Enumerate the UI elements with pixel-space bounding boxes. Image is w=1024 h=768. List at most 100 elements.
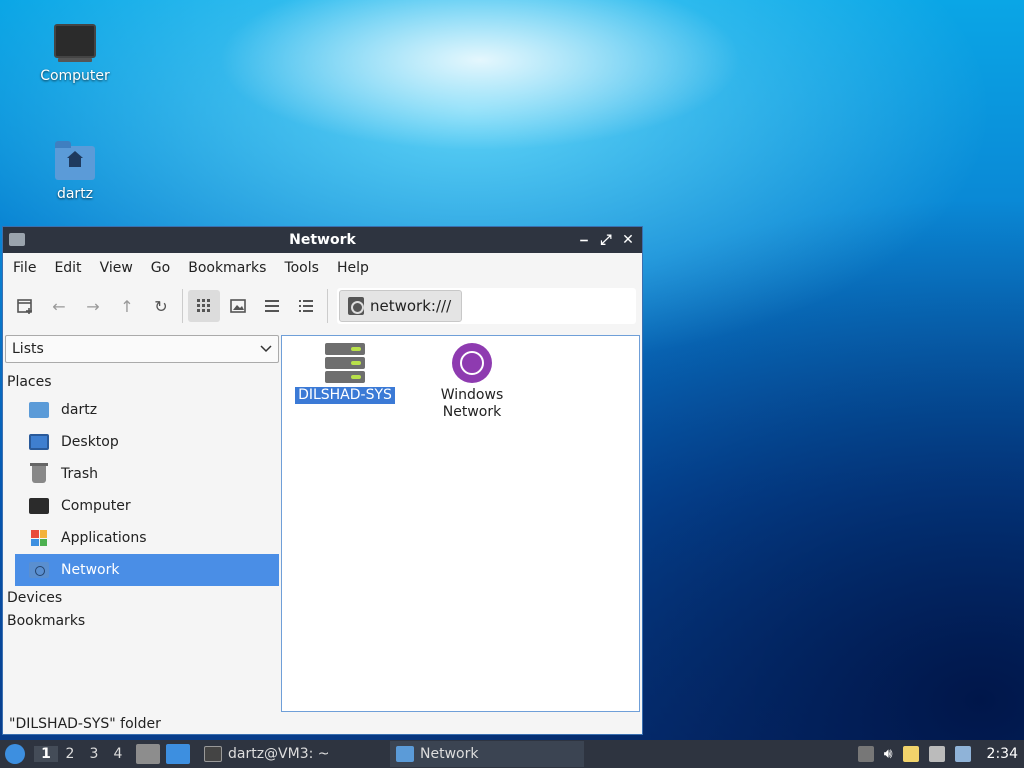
- workspace-2[interactable]: 2: [58, 746, 82, 762]
- taskbar-item-network[interactable]: Network: [390, 741, 584, 767]
- compact-view-icon: [265, 300, 279, 312]
- sidebar: Lists Places dartz Desktop Trash Compute…: [3, 335, 279, 712]
- sidebar-item-dartz[interactable]: dartz: [15, 394, 279, 426]
- icon-view-button[interactable]: [188, 290, 220, 322]
- status-bar: "DILSHAD-SYS" folder: [9, 716, 161, 732]
- thumbnail-view-button[interactable]: [222, 290, 254, 322]
- folder-icon: [9, 233, 25, 246]
- minimize-button[interactable]: ⎯: [576, 231, 592, 249]
- sidebar-item-label: Network: [61, 562, 120, 578]
- sidebar-mode-select[interactable]: Lists: [5, 335, 279, 363]
- sidebar-item-label: Desktop: [61, 434, 119, 450]
- folder-icon: [396, 746, 414, 762]
- sidebar-mode-value: Lists: [12, 341, 44, 357]
- close-button[interactable]: ✕: [620, 231, 636, 249]
- network-status-icon[interactable]: [928, 746, 945, 762]
- menu-tools[interactable]: Tools: [278, 260, 325, 276]
- sidebar-item-label: Computer: [61, 498, 131, 514]
- applications-icon: [31, 530, 47, 546]
- computer-icon: [29, 498, 49, 514]
- detailed-view-button[interactable]: [290, 290, 322, 322]
- sidebar-item-desktop[interactable]: Desktop: [15, 426, 279, 458]
- desktop-icon-dartz[interactable]: dartz: [25, 141, 125, 202]
- up-button[interactable]: ↑: [111, 290, 143, 322]
- reload-button[interactable]: ↻: [145, 290, 177, 322]
- trash-icon: [30, 463, 48, 483]
- file-view[interactable]: DILSHAD-SYS Windows Network: [281, 335, 640, 712]
- menu-view[interactable]: View: [94, 260, 139, 276]
- task-label: Network: [420, 746, 479, 762]
- file-item-label: Windows Network: [440, 387, 504, 420]
- notification-icon[interactable]: [954, 746, 971, 762]
- chevron-down-icon: [260, 345, 272, 353]
- start-menu-icon: [5, 744, 25, 764]
- menu-go[interactable]: Go: [145, 260, 176, 276]
- eject-icon[interactable]: [857, 746, 874, 762]
- sidebar-item-network[interactable]: Network: [15, 554, 279, 586]
- menu-bookmarks[interactable]: Bookmarks: [182, 260, 272, 276]
- system-tray: 🔊︎ 2:34: [857, 740, 1024, 768]
- forward-button[interactable]: →: [77, 290, 109, 322]
- new-window-button[interactable]: [9, 290, 41, 322]
- arrow-left-icon: ←: [52, 296, 66, 316]
- toolbar-separator: [327, 289, 328, 323]
- reload-icon: ↻: [154, 296, 168, 316]
- grid-view-icon: [197, 299, 210, 312]
- file-item-dilshad-sys[interactable]: DILSHAD-SYS: [290, 343, 400, 404]
- file-manager-launcher-icon[interactable]: [136, 744, 160, 764]
- menu-file[interactable]: File: [7, 260, 42, 276]
- thumbnail-view-icon: [230, 299, 246, 313]
- computer-icon: [54, 24, 96, 62]
- toolbar: ← → ↑ ↻ network:///: [3, 283, 642, 329]
- server-icon: [325, 343, 365, 383]
- bookmarks-header[interactable]: Bookmarks: [5, 610, 279, 633]
- workspace-4[interactable]: 4: [106, 746, 130, 762]
- desktop-icon-label: dartz: [56, 186, 94, 202]
- sidebar-item-computer[interactable]: Computer: [15, 490, 279, 522]
- places-header[interactable]: Places: [5, 371, 279, 394]
- menubar: File Edit View Go Bookmarks Tools Help: [3, 253, 642, 283]
- network-icon: [29, 562, 49, 578]
- location-bar[interactable]: network:///: [337, 288, 636, 324]
- show-desktop-icon[interactable]: [166, 744, 190, 764]
- file-manager-window: Network ⎯ ⤢ ✕ File Edit View Go Bookmark…: [2, 226, 643, 735]
- desktop-icon: [29, 434, 49, 450]
- taskbar: 1 2 3 4 dartz@VM3: ~ Network 🔊︎ 2:34: [0, 740, 1024, 768]
- devices-header[interactable]: Devices: [5, 587, 279, 610]
- window-title: Network: [289, 232, 356, 248]
- location-path-button[interactable]: network:///: [339, 290, 463, 322]
- back-button[interactable]: ←: [43, 290, 75, 322]
- maximize-button[interactable]: ⤢: [598, 231, 614, 249]
- home-folder-icon: [55, 141, 95, 180]
- location-path: network:///: [370, 297, 452, 315]
- drive-icon: [348, 297, 364, 315]
- menu-help[interactable]: Help: [331, 260, 375, 276]
- volume-icon[interactable]: 🔊︎: [884, 746, 893, 762]
- toolbar-separator: [182, 289, 183, 323]
- sidebar-item-applications[interactable]: Applications: [15, 522, 279, 554]
- clipboard-icon[interactable]: [902, 746, 919, 762]
- taskbar-item-terminal[interactable]: dartz@VM3: ~: [198, 741, 390, 767]
- workspace-3[interactable]: 3: [82, 746, 106, 762]
- window-titlebar[interactable]: Network ⎯ ⤢ ✕: [3, 227, 642, 253]
- globe-icon: [452, 343, 492, 383]
- file-item-label: DILSHAD-SYS: [295, 387, 395, 404]
- task-label: dartz@VM3: ~: [228, 746, 330, 762]
- home-folder-icon: [29, 402, 49, 418]
- sidebar-item-label: dartz: [61, 402, 98, 418]
- clock[interactable]: 2:34: [987, 746, 1018, 762]
- sidebar-item-label: Trash: [61, 466, 98, 482]
- list-view-icon: [299, 300, 313, 312]
- arrow-up-icon: ↑: [120, 296, 134, 316]
- arrow-right-icon: →: [86, 296, 100, 316]
- desktop-icon-computer[interactable]: Computer: [25, 24, 125, 84]
- terminal-icon: [204, 746, 222, 762]
- workspace-1[interactable]: 1: [34, 746, 58, 762]
- compact-view-button[interactable]: [256, 290, 288, 322]
- menu-edit[interactable]: Edit: [48, 260, 87, 276]
- file-item-windows-network[interactable]: Windows Network: [417, 343, 527, 421]
- start-menu-button[interactable]: [0, 740, 30, 768]
- sidebar-item-trash[interactable]: Trash: [15, 458, 279, 490]
- sidebar-item-label: Applications: [61, 530, 147, 546]
- desktop-icon-label: Computer: [40, 68, 110, 84]
